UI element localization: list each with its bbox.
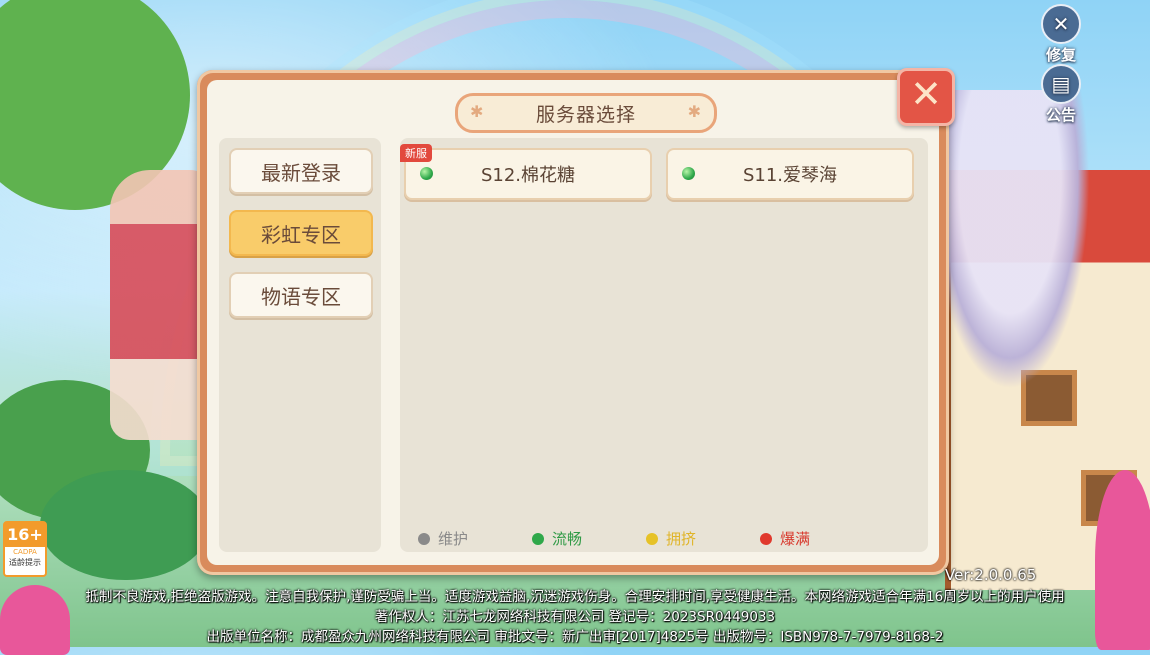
- server-item[interactable]: 新服 S12.棉花糖: [400, 144, 652, 200]
- server-name: S12.棉花糖: [480, 165, 576, 186]
- yellow-dot-icon: [646, 532, 658, 545]
- tab-label: 物语专区: [261, 284, 341, 309]
- legend-maintenance: 维护: [418, 528, 468, 549]
- version-label: Ver:2.0.0.65: [945, 566, 1037, 584]
- legend-label: 维护: [438, 530, 469, 548]
- close-button[interactable]: ✕: [897, 68, 955, 126]
- server-item[interactable]: S11.爱琴海: [666, 148, 914, 200]
- dialog-title: 服务器选择: [535, 103, 636, 126]
- notice-button[interactable]: ▤ 公告: [1038, 64, 1084, 125]
- age-rating-badge: 16+ CADPA 适龄提示: [3, 521, 47, 577]
- server-select-dialog: ✱ 服务器选择 ✱ 最新登录 彩虹专区 物语专区 新服 S12.棉花糖 S11.…: [197, 68, 955, 575]
- legend-label: 流畅: [552, 530, 583, 548]
- tab-story-zone[interactable]: 物语专区: [229, 272, 373, 318]
- age-rating-tip: 适龄提示: [9, 558, 41, 567]
- dialog-title-plate: ✱ 服务器选择 ✱: [455, 93, 717, 133]
- gray-dot-icon: [418, 532, 430, 545]
- tab-label: 最新登录: [261, 160, 341, 185]
- server-list: 新服 S12.棉花糖 S11.爱琴海 维护 流畅 拥挤 爆满: [400, 138, 928, 552]
- legend-full: 爆满: [760, 528, 810, 549]
- bush-decoration: [40, 470, 210, 580]
- health-notice: 抵制不良游戏,拒绝盗版游戏。注意自我保护,谨防受骗上当。适度游戏益脑,沉迷游戏伤…: [85, 589, 1065, 605]
- legend-label: 爆满: [780, 530, 811, 548]
- server-name: S11.爱琴海: [742, 165, 838, 186]
- notice-board-icon: ▤: [1041, 64, 1081, 104]
- age-rating-org: CADPA: [13, 548, 37, 556]
- age-rating-number: 16+: [5, 523, 45, 547]
- new-server-badge: 新服: [400, 144, 432, 162]
- repair-label: 修复: [1045, 46, 1076, 64]
- star-icon: ✱: [470, 102, 485, 121]
- star-icon: ✱: [687, 102, 702, 121]
- repair-button[interactable]: ✕ 修复: [1038, 4, 1084, 65]
- legend-crowded: 拥挤: [646, 528, 696, 549]
- region-tab-list: 最新登录 彩虹专区 物语专区: [219, 138, 381, 552]
- dialog-body: ✱ 服务器选择 ✱ 最新登录 彩虹专区 物语专区 新服 S12.棉花糖 S11.…: [207, 80, 939, 565]
- green-dot-icon: [532, 532, 544, 545]
- status-dot-icon: [420, 167, 433, 180]
- wrench-icon: ✕: [1041, 4, 1081, 44]
- close-x-icon: ✕: [910, 72, 942, 116]
- character-right-decoration: [930, 90, 1090, 390]
- tab-label: 彩虹专区: [261, 222, 341, 247]
- red-dot-icon: [760, 532, 772, 545]
- tab-latest-login[interactable]: 最新登录: [229, 148, 373, 194]
- notice-label: 公告: [1045, 106, 1076, 124]
- legend-label: 拥挤: [666, 530, 697, 548]
- publisher-line: 出版单位名称：成都盈众九州网络科技有限公司 审批文号：新广出审[2017]482…: [206, 629, 944, 645]
- copyright-line: 著作权人：江苏七龙网络科技有限公司 登记号：2023SR0449033: [374, 609, 776, 625]
- status-dot-icon: [682, 167, 695, 180]
- legend-smooth: 流畅: [532, 528, 582, 549]
- tab-rainbow-zone[interactable]: 彩虹专区: [229, 210, 373, 256]
